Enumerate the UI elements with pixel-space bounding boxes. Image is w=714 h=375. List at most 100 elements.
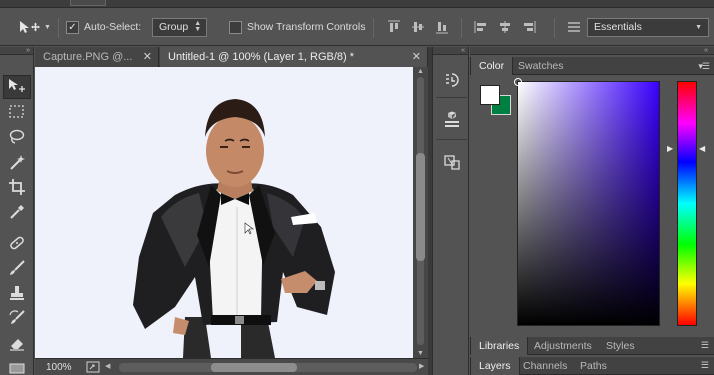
eraser-tool[interactable] xyxy=(3,331,31,355)
divider xyxy=(554,18,555,38)
layer-image-man-in-tuxedo xyxy=(133,99,335,358)
tab-adjustments[interactable]: Adjustments xyxy=(526,337,600,355)
workspace-icon[interactable] xyxy=(567,20,581,34)
collapsed-panel-dock: « xyxy=(432,47,469,375)
tools-panel: » xyxy=(0,47,34,375)
divider xyxy=(58,18,59,38)
divider xyxy=(373,18,374,38)
move-tool[interactable] xyxy=(3,75,31,99)
crop-tool-icon xyxy=(9,179,25,195)
align-bottom-edges-icon[interactable] xyxy=(435,20,449,34)
scroll-left-arrow-icon[interactable]: ◀ xyxy=(105,362,110,370)
options-bar: ▼ ✓ Auto-Select: Group ▲ ▼ Show Transform… xyxy=(0,8,714,46)
healing-brush-tool-icon xyxy=(10,236,24,250)
eraser-tool-icon xyxy=(10,339,24,351)
history-panel-button[interactable] xyxy=(441,69,463,91)
marquee-tool-icon xyxy=(9,105,24,118)
brush-tool-icon xyxy=(10,260,25,275)
align-top-edges-icon[interactable] xyxy=(387,20,401,34)
document-tab-bar: Capture.PNG @... ✕ Untitled-1 @ 100% (La… xyxy=(35,47,428,67)
vertical-scrollbar[interactable]: ▲ ▼ xyxy=(413,67,428,358)
divider xyxy=(461,18,462,38)
eyedropper-tool[interactable] xyxy=(3,200,31,224)
photoshop-window: ▼ ✓ Auto-Select: Group ▲ ▼ Show Transform… xyxy=(0,0,714,375)
auto-select-control[interactable]: ✓ Auto-Select: xyxy=(66,8,141,46)
tab-layers[interactable]: Layers xyxy=(470,357,520,375)
tab-libraries[interactable]: Libraries xyxy=(470,337,529,355)
magic-wand-tool[interactable] xyxy=(3,150,31,174)
document-info-icon[interactable] xyxy=(86,361,100,373)
status-bar: 100% ◀ ▶ xyxy=(35,358,428,375)
paragraph-panel-button[interactable] xyxy=(441,151,463,173)
panel-menu-icon[interactable]: ☰ xyxy=(701,360,709,371)
scroll-up-arrow-icon[interactable]: ▲ xyxy=(417,68,424,75)
color-picker-marker[interactable] xyxy=(514,78,522,86)
menu-bar-field[interactable] xyxy=(70,0,106,6)
scroll-thumb[interactable] xyxy=(416,153,425,261)
auto-select-target-dropdown[interactable]: Group ▲ ▼ xyxy=(152,17,207,37)
close-icon[interactable]: ✕ xyxy=(143,50,152,63)
divider xyxy=(436,139,467,140)
move-tool-icon xyxy=(9,79,25,92)
move-tool-icon xyxy=(20,21,40,33)
hue-slider[interactable] xyxy=(677,81,697,326)
brush-tool[interactable] xyxy=(3,256,31,280)
clone-stamp-tool[interactable] xyxy=(3,281,31,305)
history-brush-tool-icon xyxy=(9,310,25,324)
auto-select-target-value: Group xyxy=(159,21,189,33)
chevron-down-icon: ▼ xyxy=(695,23,702,31)
show-transform-label: Show Transform Controls xyxy=(247,21,366,33)
document-tab-capture[interactable]: Capture.PNG @... ✕ xyxy=(35,47,159,67)
align-left-edges-icon[interactable] xyxy=(474,20,488,34)
document-canvas[interactable] xyxy=(35,67,413,358)
eyedropper-tool-icon xyxy=(10,205,24,219)
up-down-arrows-icon: ▲ ▼ xyxy=(194,20,202,33)
foreground-color-swatch[interactable] xyxy=(480,85,500,105)
properties-panel-button[interactable] xyxy=(441,109,463,131)
document-tab-label: Capture.PNG @... xyxy=(43,51,133,63)
close-icon[interactable]: ✕ xyxy=(412,50,421,63)
tab-paths[interactable]: Paths xyxy=(572,357,615,375)
align-horizontal-centers-icon[interactable] xyxy=(498,20,512,34)
hue-slider-marker-icon[interactable]: ◀ xyxy=(699,144,705,153)
scroll-thumb[interactable] xyxy=(211,363,297,372)
gradient-tool-icon xyxy=(9,363,25,374)
panel-collapse-icon[interactable]: « xyxy=(433,47,468,55)
show-transform-checkbox[interactable] xyxy=(229,20,242,34)
chevron-down-icon: ▼ xyxy=(44,23,51,31)
panel-menu-icon[interactable]: ☰ xyxy=(701,340,709,351)
move-tool-preset-picker[interactable]: ▼ xyxy=(18,8,51,46)
history-icon xyxy=(446,73,459,87)
marquee-tool[interactable] xyxy=(3,100,31,124)
healing-brush-tool[interactable] xyxy=(3,231,31,255)
libraries-panel-tabs: Libraries Adjustments Styles ☰ xyxy=(470,337,714,355)
align-right-edges-icon[interactable] xyxy=(522,20,536,34)
auto-select-label: Auto-Select: xyxy=(84,21,142,33)
panel-collapse-icon[interactable]: « xyxy=(470,47,714,55)
right-panel-column: « Color Swatches ▾☰ ▶ ◀ Libraries Adjust… xyxy=(470,47,714,375)
document-tab-untitled[interactable]: Untitled-1 @ 100% (Layer 1, RGB/8) * ✕ xyxy=(160,47,428,67)
workspace-dropdown[interactable]: Essentials ▼ xyxy=(587,17,709,37)
scroll-right-arrow-icon[interactable]: ▶ xyxy=(419,362,424,370)
tab-styles[interactable]: Styles xyxy=(598,337,643,355)
color-saturation-field[interactable] xyxy=(517,81,660,326)
lasso-tool[interactable] xyxy=(3,125,31,149)
align-vertical-centers-icon[interactable] xyxy=(411,20,425,34)
tab-channels[interactable]: Channels xyxy=(515,357,575,375)
zoom-level[interactable]: 100% xyxy=(46,362,82,373)
hue-slider-marker-icon[interactable]: ▶ xyxy=(667,144,673,153)
panel-menu-icon[interactable]: ▾☰ xyxy=(698,61,710,72)
properties-icon xyxy=(445,111,459,127)
workspace-value: Essentials xyxy=(594,21,642,33)
gradient-tool[interactable] xyxy=(3,356,31,375)
scroll-down-arrow-icon[interactable]: ▼ xyxy=(417,350,424,357)
show-transform-control[interactable]: Show Transform Controls xyxy=(229,8,365,46)
document-tab-label: Untitled-1 @ 100% (Layer 1, RGB/8) * xyxy=(168,51,355,63)
horizontal-scrollbar[interactable] xyxy=(119,363,417,372)
panel-collapse-icon[interactable]: » xyxy=(0,47,33,55)
auto-select-checkbox[interactable]: ✓ xyxy=(66,20,79,34)
crop-tool[interactable] xyxy=(3,175,31,199)
divider xyxy=(436,97,467,98)
clone-stamp-tool-icon xyxy=(10,286,24,300)
history-brush-tool[interactable] xyxy=(3,306,31,330)
